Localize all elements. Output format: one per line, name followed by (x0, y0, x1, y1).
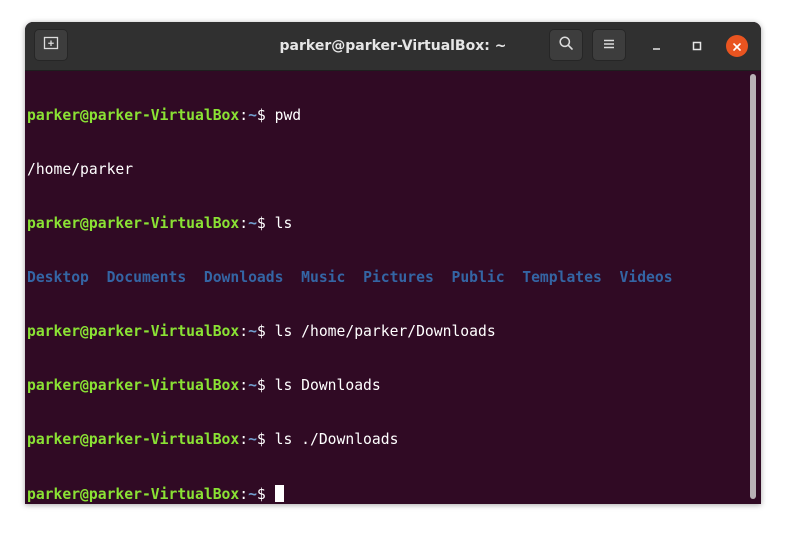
prompt-user: parker@parker-VirtualBox (27, 215, 240, 232)
terminal-output[interactable]: parker@parker-VirtualBox:~$ pwd /home/pa… (27, 71, 745, 503)
command-text: ls (274, 215, 293, 232)
minimize-icon (651, 37, 663, 56)
command-text: ls Downloads (274, 377, 381, 394)
prompt-colon: : (239, 486, 249, 503)
prompt-colon: : (239, 215, 249, 232)
prompt-path: ~ (248, 431, 257, 448)
command-text: ls ./Downloads (274, 431, 399, 448)
directory-entry: Pictures (363, 269, 434, 286)
directory-entry: Templates (522, 269, 602, 286)
command-text: pwd (274, 107, 302, 124)
search-button[interactable] (549, 29, 583, 61)
terminal-line-directory-listing: Desktop Documents Downloads Music Pictur… (27, 269, 745, 287)
prompt-path: ~ (248, 107, 257, 124)
search-icon (558, 35, 574, 55)
maximize-icon (691, 37, 703, 56)
new-tab-icon (43, 35, 59, 55)
prompt-colon: : (239, 377, 249, 394)
prompt-colon: : (239, 323, 249, 340)
prompt-path: ~ (248, 486, 257, 503)
maximize-button[interactable] (687, 36, 707, 56)
directory-entry: Downloads (203, 269, 284, 286)
terminal-line-output: /home/parker (27, 161, 745, 179)
terminal-line-command: parker@parker-VirtualBox:~$ ls /home/par… (27, 323, 745, 341)
hamburger-menu-icon (602, 36, 616, 55)
command-text: ls /home/parker/Downloads (274, 323, 496, 340)
prompt-path: ~ (248, 323, 257, 340)
directory-entry: Public (451, 269, 505, 286)
prompt-user: parker@parker-VirtualBox (27, 431, 240, 448)
terminal-line-active-prompt: parker@parker-VirtualBox:~$ (27, 485, 745, 503)
new-tab-button[interactable] (34, 29, 68, 61)
prompt-user: parker@parker-VirtualBox (27, 107, 240, 124)
prompt-colon: : (239, 107, 249, 124)
prompt-colon: : (239, 431, 249, 448)
prompt-symbol: $ (256, 323, 275, 340)
directory-entry: Music (301, 269, 346, 286)
close-button[interactable] (726, 35, 748, 57)
directory-entry: Desktop (27, 269, 89, 286)
prompt-path: ~ (248, 377, 257, 394)
prompt-symbol: $ (256, 215, 275, 232)
minimize-button[interactable] (647, 36, 667, 56)
close-icon (732, 37, 742, 56)
prompt-symbol: $ (256, 431, 275, 448)
vertical-scrollbar[interactable] (750, 74, 756, 499)
text-cursor (274, 485, 284, 502)
prompt-symbol: $ (256, 486, 275, 503)
directory-entry: Videos (619, 269, 673, 286)
prompt-user: parker@parker-VirtualBox (27, 486, 240, 503)
terminal-line-command: parker@parker-VirtualBox:~$ ls (27, 215, 745, 233)
terminal-line-command: parker@parker-VirtualBox:~$ ls ./Downloa… (27, 431, 745, 449)
prompt-user: parker@parker-VirtualBox (27, 323, 240, 340)
terminal-window: parker@parker-VirtualBox: ~ parker@parke… (25, 22, 761, 504)
prompt-path: ~ (248, 215, 257, 232)
prompt-user: parker@parker-VirtualBox (27, 377, 240, 394)
title-bar[interactable]: parker@parker-VirtualBox: ~ (25, 22, 761, 71)
prompt-symbol: $ (256, 377, 275, 394)
terminal-line-command: parker@parker-VirtualBox:~$ pwd (27, 107, 745, 125)
menu-button[interactable] (592, 29, 626, 61)
output-text: /home/parker (27, 161, 134, 178)
prompt-symbol: $ (256, 107, 275, 124)
terminal-line-command: parker@parker-VirtualBox:~$ ls Downloads (27, 377, 745, 395)
directory-entry: Documents (106, 269, 187, 286)
